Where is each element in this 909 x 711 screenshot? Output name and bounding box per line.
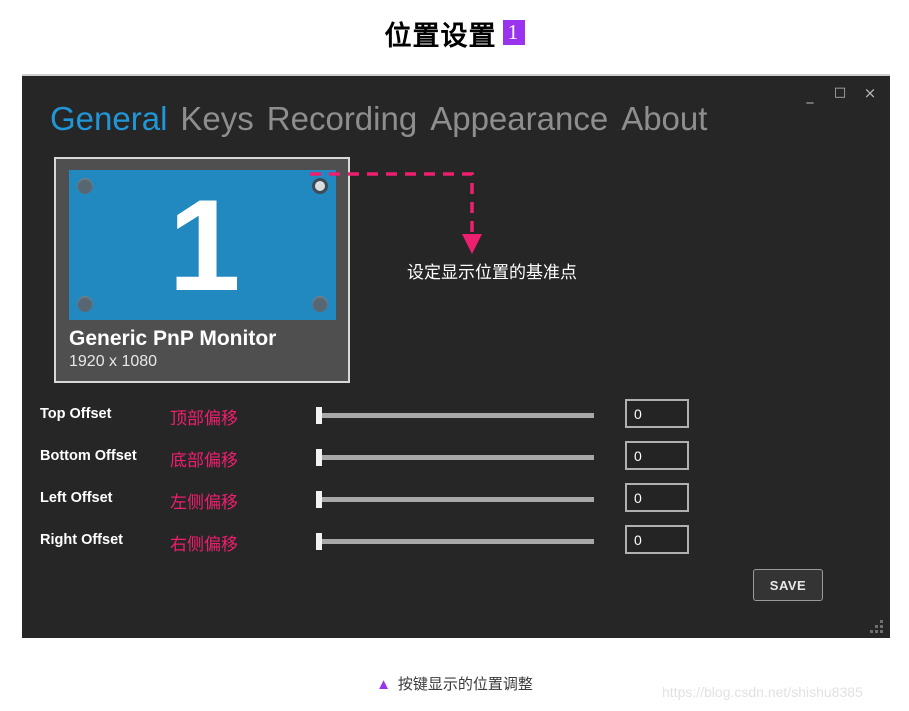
anchor-point-bottom-right[interactable] <box>312 296 328 312</box>
slider-thumb-bottom-offset[interactable] <box>316 449 322 466</box>
offset-row-top: Top Offset 顶部偏移 <box>22 398 890 440</box>
input-bottom-offset[interactable] <box>625 441 689 470</box>
triangle-marker-icon: ▲ <box>376 676 391 693</box>
resize-grip-icon[interactable] <box>868 617 884 633</box>
watermark: https://blog.csdn.net/shishu8385 <box>662 684 863 700</box>
input-left-offset[interactable] <box>625 483 689 512</box>
monitor-number: 1 <box>168 172 240 318</box>
tab-appearance[interactable]: Appearance <box>430 99 608 139</box>
offset-label-left-cn: 左侧偏移 <box>170 493 238 512</box>
figure-caption-text: 按键显示的位置调整 <box>397 676 533 693</box>
monitor-name: Generic PnP Monitor <box>69 327 277 350</box>
slider-left-offset[interactable] <box>316 491 594 508</box>
offset-row-bottom: Bottom Offset 底部偏移 <box>22 440 890 482</box>
anchor-point-top-left[interactable] <box>77 178 93 194</box>
page-title-text: 位置设置 <box>384 21 497 52</box>
anchor-point-bottom-left[interactable] <box>77 296 93 312</box>
tab-general[interactable]: General <box>50 99 167 139</box>
slider-bottom-offset[interactable] <box>316 449 594 466</box>
offset-row-right: Right Offset 右侧偏移 <box>22 524 890 566</box>
save-button[interactable]: SAVE <box>753 569 823 601</box>
slider-thumb-right-offset[interactable] <box>316 533 322 550</box>
slider-thumb-top-offset[interactable] <box>316 407 322 424</box>
tab-bar: General Keys Recording Appearance About <box>50 99 707 139</box>
offset-label-top-cn: 顶部偏移 <box>170 409 238 428</box>
page-title-badge: 1 <box>502 20 525 45</box>
anchor-point-top-right[interactable] <box>312 178 328 194</box>
annotation-text: 设定显示位置的基准点 <box>407 263 577 282</box>
offset-label-bottom-en: Bottom Offset <box>40 448 137 464</box>
maximize-icon[interactable]: □ <box>832 86 848 102</box>
monitor-card[interactable]: 1 Generic PnP Monitor 1920 x 1080 <box>54 157 350 383</box>
slider-top-offset[interactable] <box>316 407 594 424</box>
offset-label-bottom-cn: 底部偏移 <box>170 451 238 470</box>
tab-about[interactable]: About <box>621 99 707 139</box>
offset-label-top-en: Top Offset <box>40 406 112 422</box>
tab-recording[interactable]: Recording <box>267 99 417 139</box>
close-icon[interactable]: × <box>862 86 878 102</box>
input-right-offset[interactable] <box>625 525 689 554</box>
tab-keys[interactable]: Keys <box>180 99 253 139</box>
window-controls: _ □ × <box>802 86 878 105</box>
offset-label-right-en: Right Offset <box>40 532 123 548</box>
input-top-offset[interactable] <box>625 399 689 428</box>
slider-thumb-left-offset[interactable] <box>316 491 322 508</box>
offset-label-left-en: Left Offset <box>40 490 113 506</box>
offset-label-right-cn: 右侧偏移 <box>170 535 238 554</box>
offset-row-left: Left Offset 左侧偏移 <box>22 482 890 524</box>
monitor-resolution: 1920 x 1080 <box>69 353 158 370</box>
offset-list: Top Offset 顶部偏移 Bottom Offset 底部偏移 Left … <box>22 398 890 566</box>
minimize-icon[interactable]: _ <box>802 89 818 105</box>
application-window: _ □ × General Keys Recording Appearance … <box>22 74 890 638</box>
slider-right-offset[interactable] <box>316 533 594 550</box>
page-title: 位置设置 1 <box>0 14 909 53</box>
monitor-preview: 1 <box>69 170 336 320</box>
